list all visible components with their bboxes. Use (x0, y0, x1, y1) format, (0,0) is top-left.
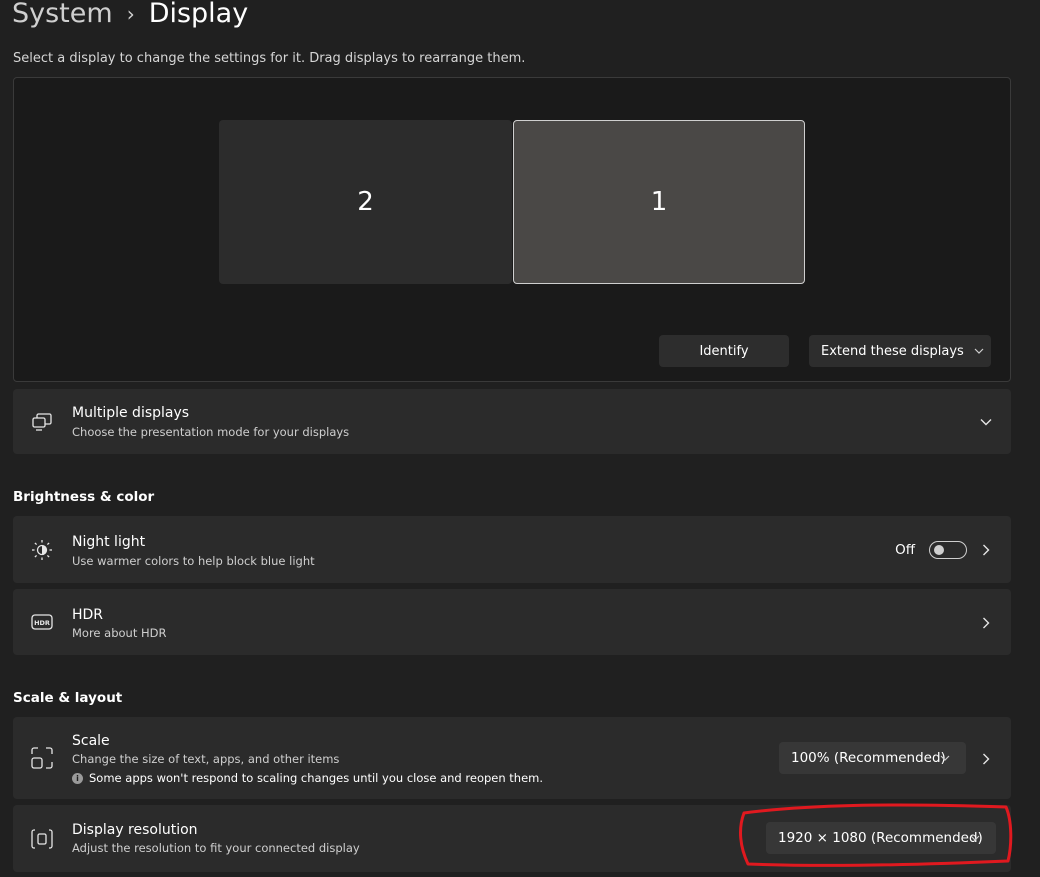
brightness-section-heading: Brightness & color (13, 489, 155, 505)
scale-note-text: Some apps won't respond to scaling chang… (89, 771, 544, 785)
chevron-down-icon (940, 753, 950, 764)
identify-button-label: Identify (699, 343, 749, 359)
display-mode-dropdown[interactable]: Extend these displays (809, 335, 991, 367)
breadcrumb-system[interactable]: System (12, 0, 113, 34)
chevron-right-icon (979, 752, 993, 766)
hdr-card[interactable]: HDR HDR More about HDR (13, 589, 1011, 655)
multiple-displays-icon (31, 411, 53, 433)
multiple-displays-description: Choose the presentation mode for your di… (72, 425, 350, 439)
display-mode-value: Extend these displays (821, 343, 964, 359)
monitor-1-number: 1 (650, 187, 668, 217)
night-light-description: Use warmer colors to help block blue lig… (72, 554, 315, 568)
scale-description: Change the size of text, apps, and other… (72, 752, 340, 766)
night-light-card[interactable]: Night light Use warmer colors to help bl… (13, 516, 1011, 583)
night-light-toggle[interactable] (929, 541, 967, 559)
multiple-displays-title: Multiple displays (72, 405, 190, 421)
hdr-icon: HDR (31, 611, 53, 633)
chevron-down-icon (974, 346, 984, 357)
multiple-displays-card[interactable]: Multiple displays Choose the presentatio… (13, 389, 1011, 454)
scale-card[interactable]: Scale Change the size of text, apps, and… (13, 717, 1011, 799)
hdr-title: HDR (72, 607, 104, 623)
scale-section-heading: Scale & layout (13, 690, 123, 706)
monitor-2-tile[interactable]: 2 (219, 120, 512, 284)
info-icon: i (72, 772, 83, 784)
scale-title: Scale (72, 733, 110, 749)
toggle-knob (934, 545, 944, 555)
breadcrumb: System › Display (12, 0, 248, 34)
night-light-title: Night light (72, 534, 146, 550)
monitor-1-tile[interactable]: 1 (513, 120, 805, 284)
scale-dropdown-value: 100% (Recommended) (791, 750, 946, 766)
chevron-right-icon (979, 543, 993, 557)
night-light-state-label: Off (895, 542, 915, 558)
display-resolution-title: Display resolution (72, 822, 198, 838)
page-title: Display (148, 0, 249, 29)
chevron-right-icon (979, 616, 993, 630)
display-resolution-description: Adjust the resolution to fit your connec… (72, 841, 360, 855)
display-arrangement-panel: 2 1 Identify Extend these displays (13, 77, 1011, 382)
hdr-link[interactable]: More about HDR (72, 626, 167, 640)
display-settings-page: System › Display Select a display to cha… (0, 0, 1040, 877)
arrangement-instructions: Select a display to change the settings … (13, 51, 526, 66)
monitor-2-number: 2 (357, 187, 374, 217)
identify-button[interactable]: Identify (659, 335, 789, 367)
red-highlight-annotation (739, 803, 1013, 867)
scale-note: i Some apps won't respond to scaling cha… (72, 771, 543, 785)
scale-icon (31, 747, 53, 769)
resolution-icon (31, 828, 53, 850)
svg-text:HDR: HDR (34, 619, 50, 627)
scale-dropdown[interactable]: 100% (Recommended) (779, 742, 966, 774)
chevron-down-icon (979, 415, 993, 429)
brightness-icon (31, 539, 53, 561)
chevron-right-icon: › (126, 2, 135, 26)
